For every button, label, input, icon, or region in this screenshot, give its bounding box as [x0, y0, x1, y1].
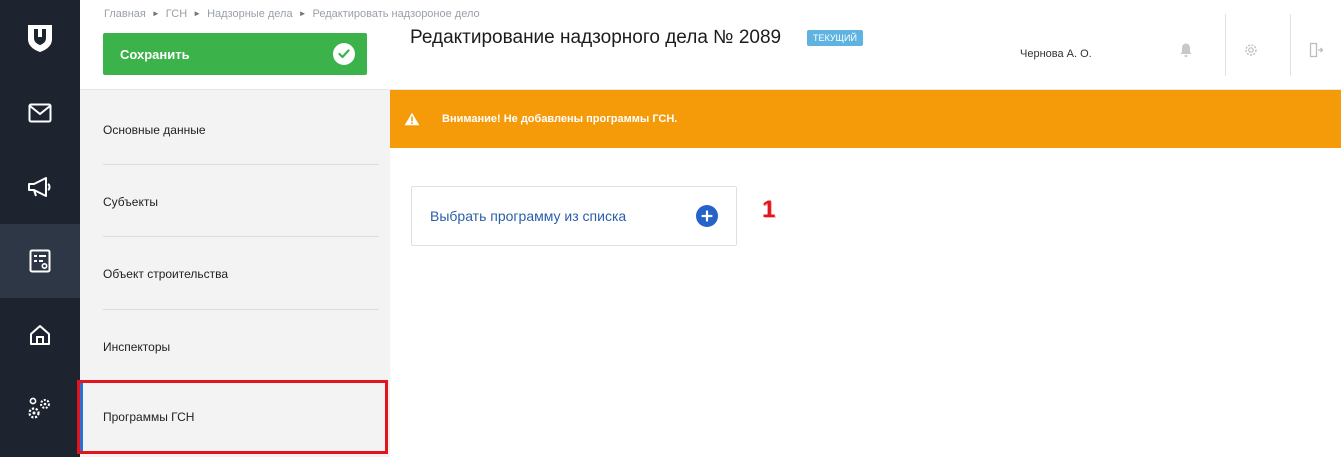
breadcrumb-item-current: Редактировать надзороное дело	[312, 8, 480, 20]
section-nav-item-label: Субъекты	[103, 195, 158, 209]
breadcrumb-separator-icon: ►	[298, 9, 307, 18]
bell-icon[interactable]	[1166, 30, 1206, 70]
choose-program-label: Выбрать программу из списка	[430, 208, 627, 224]
plus-icon	[696, 205, 718, 227]
section-nav-item-construction-object[interactable]: Объект строительства	[80, 238, 390, 310]
header-divider	[1225, 14, 1226, 76]
warning-text: Внимание! Не добавлены программы ГСН.	[442, 113, 678, 125]
logout-icon[interactable]	[1296, 30, 1336, 70]
home-icon[interactable]	[0, 298, 80, 372]
section-nav-item-gsn-programs[interactable]: Программы ГСН	[77, 380, 388, 454]
choose-program-button[interactable]: Выбрать программу из списка	[411, 186, 737, 246]
check-icon	[333, 43, 355, 65]
section-nav-item-inspectors[interactable]: Инспекторы	[80, 311, 390, 383]
megaphone-icon[interactable]	[0, 150, 80, 224]
section-nav-item-main-data[interactable]: Основные данные	[80, 94, 390, 166]
section-nav-item-label: Основные данные	[103, 123, 206, 137]
save-button-label: Сохранить	[120, 46, 190, 62]
page-header: Главная ► ГСН ► Надзорные дела ► Редактировать…	[80, 0, 1341, 90]
section-nav-item-subjects[interactable]: Субъекты	[80, 166, 390, 238]
warning-icon	[404, 112, 420, 126]
section-nav-item-label: Объект строительства	[103, 267, 229, 281]
page-title: Редактирование надзорного дела № 2089	[410, 27, 782, 48]
breadcrumb: Главная ► ГСН ► Надзорные дела ► Редактировать…	[104, 8, 480, 20]
breadcrumb-item-gsn[interactable]: ГСН	[166, 8, 187, 20]
gears-icon[interactable]	[0, 372, 80, 446]
step-number-annotation: 1	[762, 196, 776, 223]
section-nav-item-label: Программы ГСН	[103, 410, 195, 424]
breadcrumb-separator-icon: ►	[193, 9, 202, 18]
settings-gear-icon[interactable]	[1231, 30, 1271, 70]
icon-rail	[0, 0, 80, 457]
status-badge: ТЕКУЩИЙ	[807, 30, 863, 46]
nav-divider	[103, 164, 379, 165]
nav-divider	[103, 309, 379, 310]
header-divider	[1290, 14, 1291, 76]
breadcrumb-separator-icon: ►	[151, 9, 160, 18]
warning-banner: Внимание! Не добавлены программы ГСН.	[390, 90, 1341, 148]
logo-shield-icon[interactable]	[0, 0, 80, 76]
breadcrumb-item-cases[interactable]: Надзорные дела	[207, 8, 293, 20]
save-button[interactable]: Сохранить	[103, 33, 367, 75]
user-name[interactable]: Чернова А. О.	[1020, 48, 1092, 60]
section-nav-item-label: Инспекторы	[103, 340, 171, 354]
form-list-icon[interactable]	[0, 224, 80, 298]
nav-divider	[103, 236, 379, 237]
section-nav: Основные данные Субъекты Объект строител…	[77, 90, 390, 457]
breadcrumb-item-home[interactable]: Главная	[104, 8, 146, 20]
mail-icon[interactable]	[0, 76, 80, 150]
